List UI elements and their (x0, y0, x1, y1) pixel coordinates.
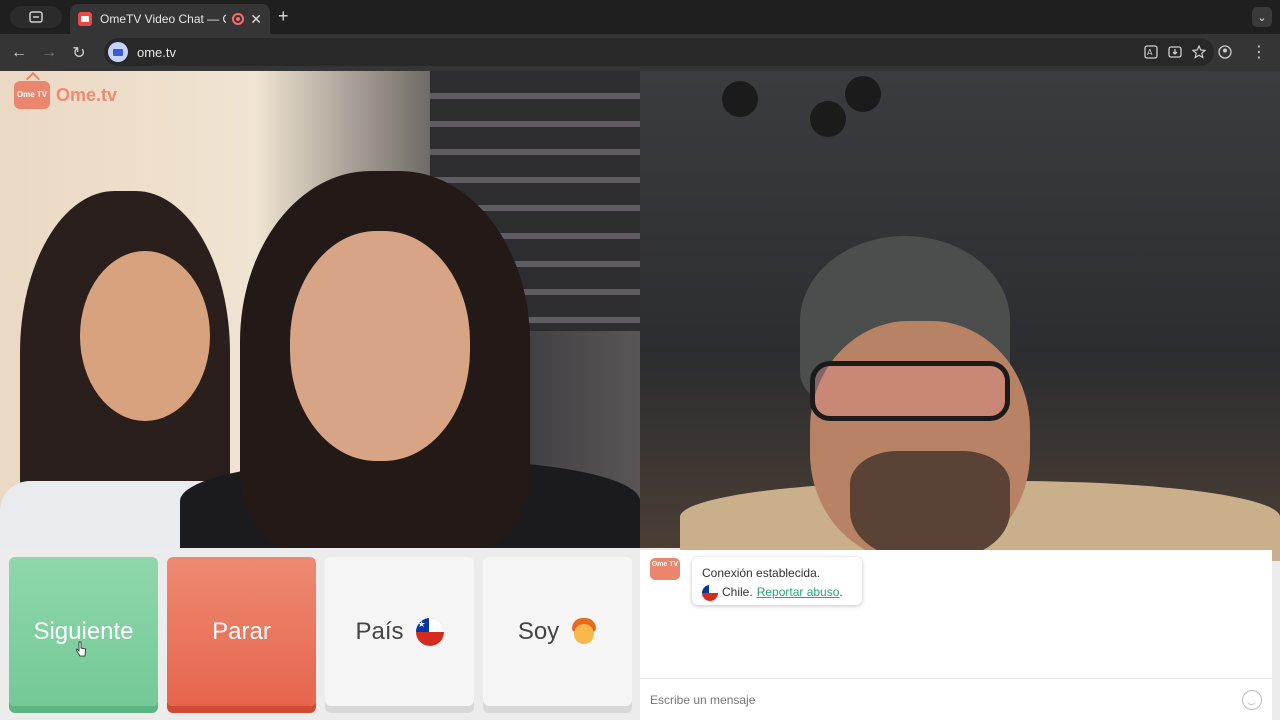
ometv-page: Ome TV Ome.tv Siguiente Parar País ★ Soy… (0, 71, 1280, 720)
chat-panel: Ome TV Conexión establecida. Chile. Repo… (640, 550, 1272, 720)
stranger-video: Ome TV Ome.tv (0, 71, 640, 548)
emoji-smile-icon[interactable] (1242, 689, 1262, 710)
person-face (80, 251, 210, 421)
person-glasses (810, 361, 1010, 421)
hand-cursor-icon (76, 641, 86, 657)
person-face (290, 231, 470, 461)
logo-text: Ome.tv (56, 84, 118, 105)
stop-button[interactable]: Parar (167, 557, 316, 706)
gender-select-button[interactable]: Soy (483, 557, 632, 706)
tab-title: OmeTV Video Chat — Ome (100, 12, 226, 26)
ceiling-lamp (810, 101, 846, 137)
bookmark-star-icon[interactable] (1192, 45, 1206, 59)
address-bar-url[interactable]: ome.tv (137, 45, 176, 60)
recording-indicator-icon (232, 13, 245, 25)
message-input[interactable] (650, 692, 1242, 707)
ometv-chat-logo-icon: Ome TV (650, 558, 680, 580)
ometv-logo: Ome TV Ome.tv (14, 81, 117, 109)
system-message: Conexión establecida. Chile. Reportar ab… (692, 557, 862, 605)
logo-tv-icon: Ome TV (14, 81, 50, 109)
address-bar[interactable]: ome.tv A (104, 38, 1214, 66)
tab-search-button[interactable] (10, 6, 62, 28)
country-button-label: País (355, 617, 404, 645)
svg-text:A: A (1147, 48, 1153, 57)
install-app-icon[interactable] (1168, 45, 1182, 59)
country-filter-button[interactable]: País ★ (325, 557, 474, 706)
next-button[interactable]: Siguiente (9, 557, 158, 706)
connection-status-text: Conexión establecida. (702, 566, 821, 580)
boy-face-icon (571, 617, 597, 646)
translate-icon[interactable]: A (1144, 45, 1158, 59)
new-tab-button[interactable]: + (278, 6, 289, 27)
chile-flag-icon (702, 584, 718, 601)
browser-tab-active[interactable]: OmeTV Video Chat — Ome ✕ (70, 4, 270, 34)
site-info-camera-icon[interactable] (108, 42, 128, 62)
ceiling-lamp (722, 81, 758, 117)
tab-list-chevron-down-icon[interactable]: ⌄ (1252, 7, 1272, 27)
forward-arrow-icon[interactable]: → (34, 38, 64, 68)
browser-toolbar: ← → ↻ ome.tv A ⋮ (0, 34, 1280, 71)
person-beard (850, 451, 1010, 561)
report-abuse-link[interactable]: Reportar abuso (757, 585, 840, 599)
reload-icon[interactable]: ↻ (64, 38, 94, 68)
gender-button-label: Soy (517, 617, 560, 645)
tab-favicon-icon (78, 12, 92, 26)
chile-flag-icon: ★ (415, 617, 444, 646)
browser-menu-icon[interactable]: ⋮ (1244, 37, 1274, 67)
ceiling-lamp (845, 76, 881, 112)
profile-icon[interactable] (1210, 37, 1240, 67)
tab-search-icon (29, 11, 43, 23)
report-suffix: . (839, 585, 843, 599)
message-input-bar (640, 678, 1272, 720)
browser-tab-bar: OmeTV Video Chat — Ome ✕ + ⌄ (0, 0, 1280, 34)
tab-close-button[interactable]: ✕ (250, 11, 262, 28)
stop-button-label: Parar (212, 617, 271, 645)
back-arrow-icon[interactable]: ← (4, 38, 34, 68)
partner-country-text: Chile. (722, 585, 753, 599)
